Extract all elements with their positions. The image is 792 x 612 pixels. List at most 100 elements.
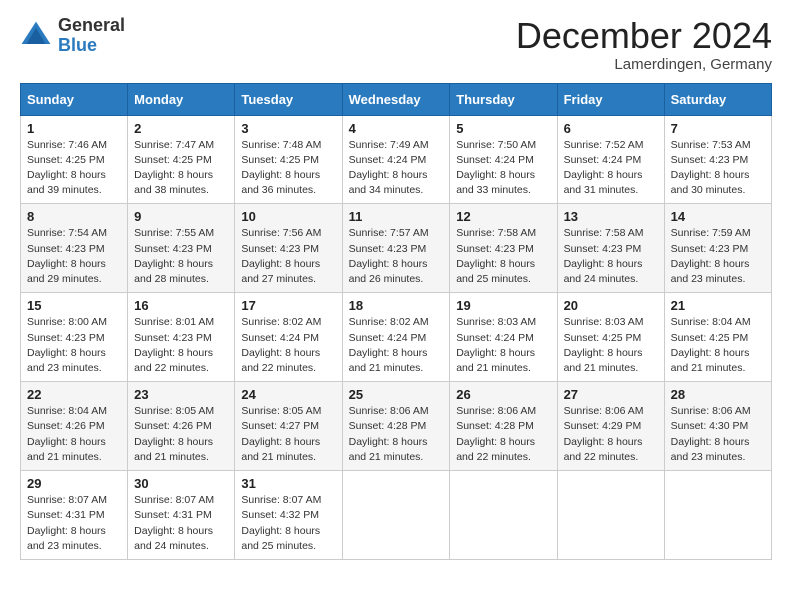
- day-number: 22: [27, 387, 121, 402]
- day-number: 3: [241, 121, 335, 136]
- day-info: Sunrise: 8:03 AMSunset: 4:24 PMDaylight:…: [456, 315, 550, 376]
- day-info: Sunrise: 8:06 AMSunset: 4:28 PMDaylight:…: [349, 404, 444, 465]
- calendar-cell: 28Sunrise: 8:06 AMSunset: 4:30 PMDayligh…: [664, 382, 771, 471]
- day-info: Sunrise: 7:54 AMSunset: 4:23 PMDaylight:…: [27, 226, 121, 287]
- calendar-col-header: Monday: [128, 83, 235, 115]
- calendar-cell: [342, 471, 450, 560]
- day-info: Sunrise: 7:48 AMSunset: 4:25 PMDaylight:…: [241, 138, 335, 199]
- calendar-cell: 31 Sunrise: 8:07 AMSunset: 4:32 PMDayligh…: [235, 471, 342, 560]
- day-info: Sunrise: 7:46 AMSunset: 4:25 PMDaylight:…: [27, 138, 121, 199]
- calendar-week-row: 22 Sunrise: 8:04 AMSunset: 4:26 PMDayligh…: [21, 382, 772, 471]
- calendar-cell: 24 Sunrise: 8:05 AMSunset: 4:27 PMDayligh…: [235, 382, 342, 471]
- logo-general: General: [58, 16, 125, 36]
- logo-icon: [20, 20, 52, 52]
- day-info: Sunrise: 8:02 AMSunset: 4:24 PMDaylight:…: [241, 315, 335, 376]
- calendar-cell: 10 Sunrise: 7:56 AMSunset: 4:23 PMDayligh…: [235, 204, 342, 293]
- day-number: 7: [671, 121, 765, 136]
- day-info: Sunrise: 8:04 AMSunset: 4:26 PMDaylight:…: [27, 404, 121, 465]
- day-info: Sunrise: 8:01 AMSunset: 4:23 PMDaylight:…: [134, 315, 228, 376]
- day-number: 25: [349, 387, 444, 402]
- day-info: Sunrise: 8:07 AMSunset: 4:31 PMDaylight:…: [27, 493, 121, 554]
- day-info: Sunrise: 8:05 AMSunset: 4:26 PMDaylight:…: [134, 404, 228, 465]
- calendar-cell: [557, 471, 664, 560]
- day-number: 21: [671, 298, 765, 313]
- day-info: Sunrise: 7:47 AMSunset: 4:25 PMDaylight:…: [134, 138, 228, 199]
- calendar-cell: 22 Sunrise: 8:04 AMSunset: 4:26 PMDayligh…: [21, 382, 128, 471]
- calendar-cell: 29Sunrise: 8:07 AMSunset: 4:31 PMDayligh…: [21, 471, 128, 560]
- day-number: 5: [456, 121, 550, 136]
- day-info: Sunrise: 8:07 AMSunset: 4:32 PMDaylight:…: [241, 493, 335, 554]
- calendar-cell: 4 Sunrise: 7:49 AMSunset: 4:24 PMDaylight…: [342, 115, 450, 204]
- calendar-cell: 17 Sunrise: 8:02 AMSunset: 4:24 PMDayligh…: [235, 293, 342, 382]
- calendar-week-row: 8 Sunrise: 7:54 AMSunset: 4:23 PMDaylight…: [21, 204, 772, 293]
- calendar-week-row: 15Sunrise: 8:00 AMSunset: 4:23 PMDayligh…: [21, 293, 772, 382]
- day-number: 8: [27, 209, 121, 224]
- day-info: Sunrise: 7:49 AMSunset: 4:24 PMDaylight:…: [349, 138, 444, 199]
- calendar-cell: 8 Sunrise: 7:54 AMSunset: 4:23 PMDaylight…: [21, 204, 128, 293]
- calendar-cell: 25 Sunrise: 8:06 AMSunset: 4:28 PMDayligh…: [342, 382, 450, 471]
- day-number: 26: [456, 387, 550, 402]
- calendar-cell: 13Sunrise: 7:58 AMSunset: 4:23 PMDayligh…: [557, 204, 664, 293]
- day-number: 31: [241, 476, 335, 491]
- day-number: 1: [27, 121, 121, 136]
- day-number: 16: [134, 298, 228, 313]
- day-info: Sunrise: 7:52 AMSunset: 4:24 PMDaylight:…: [564, 138, 658, 199]
- calendar-cell: 6Sunrise: 7:52 AMSunset: 4:24 PMDaylight…: [557, 115, 664, 204]
- day-info: Sunrise: 8:05 AMSunset: 4:27 PMDaylight:…: [241, 404, 335, 465]
- day-info: Sunrise: 7:59 AMSunset: 4:23 PMDaylight:…: [671, 226, 765, 287]
- day-number: 27: [564, 387, 658, 402]
- day-info: Sunrise: 8:07 AMSunset: 4:31 PMDaylight:…: [134, 493, 228, 554]
- calendar-cell: 23Sunrise: 8:05 AMSunset: 4:26 PMDayligh…: [128, 382, 235, 471]
- calendar-cell: 18Sunrise: 8:02 AMSunset: 4:24 PMDayligh…: [342, 293, 450, 382]
- calendar-col-header: Thursday: [450, 83, 557, 115]
- calendar-cell: 9Sunrise: 7:55 AMSunset: 4:23 PMDaylight…: [128, 204, 235, 293]
- day-number: 28: [671, 387, 765, 402]
- calendar-header-row: SundayMondayTuesdayWednesdayThursdayFrid…: [21, 83, 772, 115]
- day-info: Sunrise: 7:50 AMSunset: 4:24 PMDaylight:…: [456, 138, 550, 199]
- calendar-cell: 26 Sunrise: 8:06 AMSunset: 4:28 PMDayligh…: [450, 382, 557, 471]
- day-number: 13: [564, 209, 658, 224]
- calendar-cell: 5 Sunrise: 7:50 AMSunset: 4:24 PMDaylight…: [450, 115, 557, 204]
- calendar-week-row: 1 Sunrise: 7:46 AMSunset: 4:25 PMDaylight…: [21, 115, 772, 204]
- page-header: General Blue December 2024 Lamerdingen, …: [20, 16, 772, 73]
- calendar-cell: 30Sunrise: 8:07 AMSunset: 4:31 PMDayligh…: [128, 471, 235, 560]
- calendar-col-header: Saturday: [664, 83, 771, 115]
- day-number: 11: [349, 209, 444, 224]
- day-info: Sunrise: 7:57 AMSunset: 4:23 PMDaylight:…: [349, 226, 444, 287]
- day-number: 9: [134, 209, 228, 224]
- calendar-col-header: Wednesday: [342, 83, 450, 115]
- calendar-cell: 2Sunrise: 7:47 AMSunset: 4:25 PMDaylight…: [128, 115, 235, 204]
- day-number: 19: [456, 298, 550, 313]
- calendar-cell: 12 Sunrise: 7:58 AMSunset: 4:23 PMDayligh…: [450, 204, 557, 293]
- day-info: Sunrise: 8:03 AMSunset: 4:25 PMDaylight:…: [564, 315, 658, 376]
- calendar-cell: 15Sunrise: 8:00 AMSunset: 4:23 PMDayligh…: [21, 293, 128, 382]
- day-info: Sunrise: 7:58 AMSunset: 4:23 PMDaylight:…: [456, 226, 550, 287]
- calendar-cell: 3 Sunrise: 7:48 AMSunset: 4:25 PMDaylight…: [235, 115, 342, 204]
- day-number: 20: [564, 298, 658, 313]
- calendar-cell: [450, 471, 557, 560]
- day-number: 12: [456, 209, 550, 224]
- calendar-cell: [664, 471, 771, 560]
- calendar-cell: 7 Sunrise: 7:53 AMSunset: 4:23 PMDaylight…: [664, 115, 771, 204]
- day-info: Sunrise: 7:56 AMSunset: 4:23 PMDaylight:…: [241, 226, 335, 287]
- day-info: Sunrise: 8:04 AMSunset: 4:25 PMDaylight:…: [671, 315, 765, 376]
- calendar-cell: 1 Sunrise: 7:46 AMSunset: 4:25 PMDaylight…: [21, 115, 128, 204]
- day-info: Sunrise: 8:02 AMSunset: 4:24 PMDaylight:…: [349, 315, 444, 376]
- day-number: 24: [241, 387, 335, 402]
- day-number: 15: [27, 298, 121, 313]
- day-number: 14: [671, 209, 765, 224]
- day-info: Sunrise: 7:53 AMSunset: 4:23 PMDaylight:…: [671, 138, 765, 199]
- day-info: Sunrise: 8:06 AMSunset: 4:29 PMDaylight:…: [564, 404, 658, 465]
- calendar-cell: 16 Sunrise: 8:01 AMSunset: 4:23 PMDayligh…: [128, 293, 235, 382]
- day-number: 17: [241, 298, 335, 313]
- calendar-cell: 21 Sunrise: 8:04 AMSunset: 4:25 PMDayligh…: [664, 293, 771, 382]
- day-number: 4: [349, 121, 444, 136]
- calendar-cell: 20 Sunrise: 8:03 AMSunset: 4:25 PMDayligh…: [557, 293, 664, 382]
- calendar-col-header: Friday: [557, 83, 664, 115]
- month-title: December 2024: [516, 16, 772, 56]
- calendar-col-header: Tuesday: [235, 83, 342, 115]
- logo: General Blue: [20, 16, 125, 56]
- location: Lamerdingen, Germany: [516, 56, 772, 73]
- day-info: Sunrise: 8:06 AMSunset: 4:28 PMDaylight:…: [456, 404, 550, 465]
- day-number: 10: [241, 209, 335, 224]
